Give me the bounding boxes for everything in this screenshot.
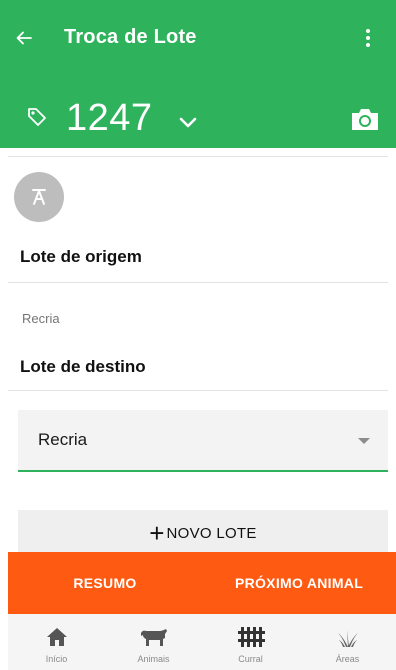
divider (8, 156, 388, 157)
cow-icon (139, 624, 169, 650)
destination-lot-select[interactable]: Recria (18, 410, 388, 472)
nav-label: Animais (137, 654, 170, 664)
nav-item-animals[interactable]: Animais (105, 614, 202, 670)
nav-label: Curral (238, 654, 263, 664)
origin-lot-value: Recria (22, 311, 60, 326)
origin-lot-label: Lote de origem (20, 247, 142, 266)
new-lot-button-label: NOVO LOTE (166, 524, 257, 542)
nav-item-home[interactable]: Início (8, 614, 105, 670)
top-app-bar: Troca de Lote (0, 0, 396, 76)
action-bar: RESUMO PRÓXIMO ANIMAL (8, 552, 396, 614)
new-lot-button[interactable]: + NOVO LOTE (18, 510, 388, 556)
nav-label: Início (45, 654, 68, 664)
camera-icon[interactable] (350, 106, 380, 132)
home-icon (42, 624, 72, 650)
app-header: Troca de Lote 1247 (0, 0, 396, 148)
nav-label: Áreas (335, 654, 360, 664)
divider (8, 282, 388, 283)
destination-lot-label: Lote de destino (20, 357, 146, 376)
tag-icon (26, 106, 48, 128)
avatar[interactable] (14, 172, 64, 222)
animal-selector: 1247 (0, 92, 396, 148)
page-title: Troca de Lote (64, 26, 197, 48)
summary-button[interactable]: RESUMO (8, 552, 202, 614)
fence-icon (236, 624, 266, 650)
animal-id[interactable]: 1247 (66, 94, 153, 142)
grass-icon (333, 624, 363, 650)
bottom-navigation: Início Animais Curral Áreas (8, 614, 396, 670)
animal-weight-icon (32, 189, 46, 205)
dropdown-arrow-icon (358, 438, 370, 444)
nav-item-areas[interactable]: Áreas (299, 614, 396, 670)
divider (8, 390, 388, 391)
back-arrow-icon[interactable] (10, 24, 38, 52)
plus-icon: + (149, 518, 165, 548)
next-animal-button[interactable]: PRÓXIMO ANIMAL (202, 552, 396, 614)
more-vertical-icon[interactable] (358, 22, 378, 54)
destination-lot-select-value: Recria (38, 430, 88, 449)
chevron-down-icon[interactable] (174, 108, 202, 136)
nav-item-corral[interactable]: Curral (202, 614, 299, 670)
